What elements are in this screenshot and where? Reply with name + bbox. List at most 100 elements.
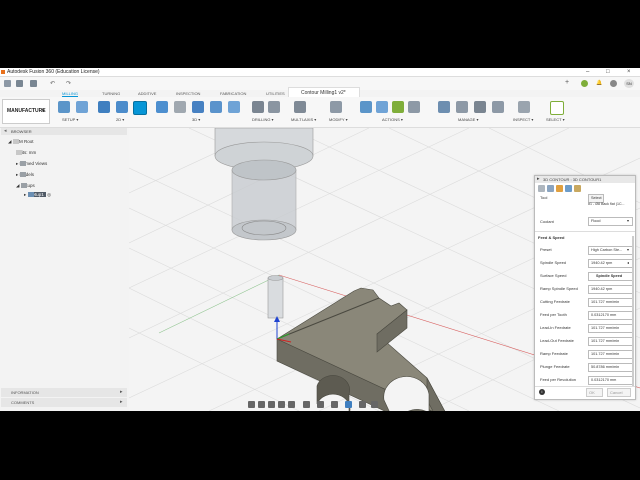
setup-sheet-icon[interactable] [76,101,88,113]
tree-item-setup1[interactable]: ▸ Setup1 ◎ [24,192,51,198]
expand-icon[interactable]: ◢ [16,183,19,188]
tool-tab-icon[interactable] [538,185,545,192]
group-actions[interactable]: ACTIONS ▾ [382,117,403,122]
orbit-icon[interactable] [248,401,255,408]
contour-3d-icon[interactable] [228,101,240,113]
expand-icon[interactable]: ▸ [16,172,18,177]
undo-icon[interactable]: ↶ [50,80,55,87]
setup-sheet-action-icon[interactable] [408,101,420,113]
information-panel[interactable]: INFORMATION ▸ [1,388,127,398]
group-3d[interactable]: 3D ▾ [192,117,200,122]
group-inspect[interactable]: INSPECT ▾ [513,117,533,122]
group-manage[interactable]: MANAGE ▾ [458,117,478,122]
display-settings-icon[interactable] [303,401,310,408]
scallop-icon[interactable] [210,101,222,113]
geometry-tab-icon[interactable] [547,185,554,192]
plunge-feedrate-input[interactable]: 50.8786 mm/min [588,363,633,372]
tab-utilities[interactable]: UTILITIES [266,91,285,96]
maximize-icon[interactable]: □ [606,69,610,75]
tree-item-units[interactable]: Units: mm [16,150,36,155]
linking-tab-icon[interactable] [574,185,581,192]
group-multi-axis[interactable]: MULTI-AXIS ▾ [291,117,316,122]
job-status-icon[interactable] [581,80,588,87]
generate-icon[interactable] [392,101,404,113]
tree-item-setups[interactable]: ◢ Setups [16,183,35,189]
ramp-feedrate-input[interactable]: 101.727 mm/min [588,350,633,359]
feed-per-tooth-input[interactable]: 0.0312170 mm [588,311,633,320]
template-library-icon[interactable] [456,101,468,113]
pocket-clearing-icon[interactable] [174,101,186,113]
tab-inspection[interactable]: INSPECTION [176,91,200,96]
zoom-icon[interactable] [278,401,285,408]
file-icon[interactable] [16,80,23,87]
tab-turning[interactable]: TURNING [102,91,120,96]
notifications-icon[interactable]: 🔔 [596,80,602,86]
comments-panel[interactable]: COMMENTS ▸ [1,398,127,408]
ok-button[interactable]: OK [586,388,603,397]
post-library-icon[interactable] [492,101,504,113]
lead-in-feedrate-input[interactable]: 101.727 mm/min [588,324,633,333]
2d-pocket-icon[interactable] [116,101,128,113]
tree-item-named-views[interactable]: ▸ Named Views [16,161,47,167]
grid-icon[interactable] [4,80,11,87]
measure-icon[interactable] [518,101,530,113]
help-icon[interactable] [610,80,617,87]
swarf-icon[interactable] [294,101,306,113]
lead-out-feedrate-input[interactable]: 101.727 mm/min [588,337,633,346]
save-icon[interactable] [30,80,37,87]
grid-settings-icon[interactable] [317,401,324,408]
user-avatar[interactable]: SN [624,79,634,88]
dialog-collapse-icon[interactable]: ▸ [537,176,540,182]
info-icon[interactable]: i [539,389,545,395]
browser-header[interactable]: BROWSER ◂ [1,128,127,135]
passes-tab-icon[interactable] [565,185,572,192]
dialog-scrollbar[interactable] [632,236,634,386]
ramp-spindle-speed-input[interactable]: 1940.42 rpm [588,285,633,294]
expand-panel-icon[interactable]: ▸ [120,389,123,395]
redo-icon[interactable]: ↷ [66,80,71,87]
fit-icon[interactable] [288,401,295,408]
cutting-feedrate-input[interactable]: 101.727 mm/min [588,298,633,307]
collapse-icon[interactable]: ◂ [4,128,7,134]
minimize-icon[interactable]: – [586,69,589,75]
preset-select[interactable]: High Carbon Ste... ▾ [588,246,633,255]
expand-icon[interactable]: ▸ [16,161,18,166]
new-setup-icon[interactable] [58,101,70,113]
2d-contour-icon[interactable] [133,101,147,115]
steep-shallow-icon[interactable] [192,101,204,113]
expand-icon[interactable]: ▸ [24,192,26,197]
drill-icon[interactable] [252,101,264,113]
feed-speed-section[interactable]: Feed & Speed [538,235,564,240]
stepper-icon[interactable]: ◂ [627,260,629,265]
group-select[interactable]: SELECT ▾ [546,117,565,122]
camera-icon[interactable] [371,401,378,408]
coolant-select[interactable]: Flood ▾ [588,217,633,226]
workspace-switcher[interactable]: MANUFACTURE ▾ [2,99,50,124]
spindle-speed-toggle[interactable]: Spindle Speed [588,272,633,281]
expand-panel-icon[interactable]: ▸ [120,399,123,405]
modify-icon[interactable] [330,101,342,113]
tab-additive[interactable]: ADDITIVE [138,91,156,96]
tab-fabrication[interactable]: FABRICATION [220,91,246,96]
spindle-speed-input[interactable]: 1940.42 rpm ◂ [588,259,633,268]
group-drilling[interactable]: DRILLING ▾ [252,117,274,122]
hole-recognition-icon[interactable] [268,101,280,113]
adaptive-clearing-icon[interactable] [156,101,168,113]
feed-per-revolution-input[interactable]: 0.0312170 mm [588,376,633,385]
viewports-icon[interactable] [331,401,338,408]
target-icon[interactable]: ◎ [47,192,51,197]
group-setup[interactable]: SETUP ▾ [62,117,78,122]
tool-library-icon[interactable] [438,101,450,113]
heights-tab-icon[interactable] [556,185,563,192]
close-icon[interactable]: × [627,69,631,75]
group-modify[interactable]: MODIFY ▾ [329,117,348,122]
simulation-icon[interactable] [345,401,352,408]
post-process-icon[interactable] [376,101,388,113]
cancel-button[interactable]: Cancel [607,388,631,397]
machine-library-icon[interactable] [474,101,486,113]
look-at-icon[interactable] [258,401,265,408]
select-icon[interactable] [550,101,564,115]
tree-item-models[interactable]: ▸ Models [16,172,34,178]
tree-item-cam-root[interactable]: ◢ CAM Root [8,139,34,145]
2d-adaptive-icon[interactable] [98,101,110,113]
